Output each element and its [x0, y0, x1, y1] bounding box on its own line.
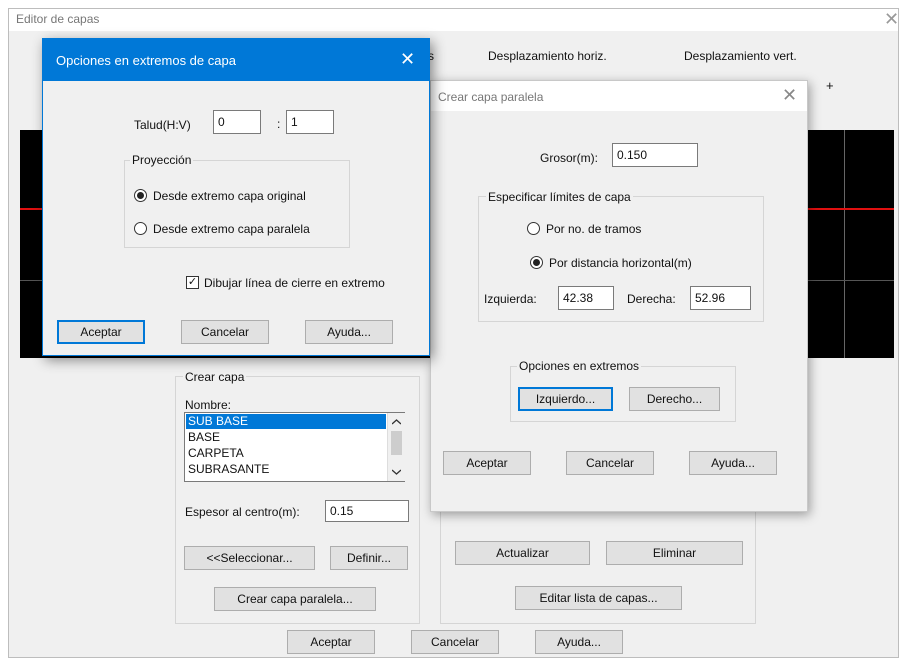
cierre-checkbox[interactable]: ✓ [186, 276, 199, 289]
crear-paralela-title: Crear capa paralela [438, 90, 544, 104]
talud-h-input[interactable]: 0 [213, 110, 261, 134]
radio-por-tramos-label[interactable]: Por no. de tramos [546, 222, 641, 236]
crear-paralela-close-icon[interactable]: ✕ [782, 86, 797, 104]
radio-desde-original-label[interactable]: Desde extremo capa original [153, 189, 306, 203]
actualizar-button[interactable]: Actualizar [455, 541, 590, 565]
radio-desde-paralela[interactable] [134, 222, 147, 235]
radio-por-distancia[interactable] [530, 256, 543, 269]
definir-button[interactable]: Definir... [330, 546, 408, 570]
derecha-input[interactable]: 52.96 [690, 286, 751, 310]
izquierda-input[interactable]: 42.38 [558, 286, 614, 310]
editar-lista-button[interactable]: Editar lista de capas... [515, 586, 682, 610]
main-cancelar-button[interactable]: Cancelar [411, 630, 499, 654]
opciones-close-icon[interactable]: ✕ [400, 50, 415, 68]
opciones-cancelar-button[interactable]: Cancelar [181, 320, 269, 344]
opciones-title: Opciones en extremos de capa [56, 53, 236, 68]
talud-v-input[interactable]: 1 [286, 110, 334, 134]
talud-label: Talud(H:V) [134, 118, 191, 132]
proyeccion-group-label: Proyección [130, 153, 194, 167]
radio-por-distancia-label[interactable]: Por distancia horizontal(m) [549, 256, 692, 270]
list-item[interactable]: BASE [186, 430, 386, 445]
layer-listbox[interactable]: SUB BASE BASE CARPETA SUBRASANTE [184, 412, 405, 482]
main-ayuda-button[interactable]: Ayuda... [535, 630, 623, 654]
derecha-label: Derecha: [627, 292, 676, 306]
talud-separator: : [277, 117, 281, 131]
izquierdo-button[interactable]: Izquierdo... [518, 387, 613, 411]
opciones-aceptar-button[interactable]: Aceptar [57, 320, 145, 344]
radio-desde-paralela-label[interactable]: Desde extremo capa paralela [153, 222, 310, 236]
radio-por-tramos[interactable] [527, 222, 540, 235]
crear-capa-paralela-button[interactable]: Crear capa paralela... [214, 587, 376, 611]
paralela-cancelar-button[interactable]: Cancelar [566, 451, 654, 475]
limites-group-label: Especificar límites de capa [486, 190, 633, 204]
list-item[interactable]: SUB BASE [186, 414, 386, 429]
scroll-thumb[interactable] [391, 431, 402, 455]
list-item[interactable]: SUBRASANTE [186, 462, 386, 477]
list-item[interactable]: CARPETA [186, 446, 386, 461]
main-aceptar-button[interactable]: Aceptar [287, 630, 375, 654]
canvas-grid-line-v [844, 130, 845, 358]
main-title: Editor de capas [16, 12, 100, 26]
espesor-label: Espesor al centro(m): [185, 505, 300, 519]
grosor-input[interactable]: 0.150 [612, 143, 698, 167]
crear-capa-group-label: Crear capa [183, 370, 247, 384]
grosor-label: Grosor(m): [540, 151, 598, 165]
derecho-button[interactable]: Derecho... [629, 387, 720, 411]
listbox-scrollbar[interactable] [387, 413, 405, 481]
extremos-group-label: Opciones en extremos [517, 359, 642, 373]
column-header-desplazamiento-horiz: Desplazamiento horiz. [488, 49, 607, 63]
scroll-down-icon[interactable] [392, 469, 401, 475]
nombre-label: Nombre: [185, 398, 232, 412]
cierre-checkbox-label[interactable]: Dibujar línea de cierre en extremo [204, 276, 385, 290]
opciones-ayuda-button[interactable]: Ayuda... [305, 320, 393, 344]
main-close-icon[interactable]: ✕ [884, 10, 899, 28]
paralela-aceptar-button[interactable]: Aceptar [443, 451, 531, 475]
paralela-ayuda-button[interactable]: Ayuda... [689, 451, 777, 475]
izquierda-label: Izquierda: [484, 292, 537, 306]
radio-desde-original[interactable] [134, 189, 147, 202]
espesor-input[interactable]: 0.15 [325, 500, 409, 522]
eliminar-button[interactable]: Eliminar [606, 541, 743, 565]
main-titlebar [9, 9, 898, 31]
seleccionar-button[interactable]: <<Seleccionar... [184, 546, 315, 570]
scroll-up-icon[interactable] [392, 419, 401, 425]
plus-icon: + [826, 78, 834, 93]
column-header-desplazamiento-vert: Desplazamiento vert. [684, 49, 797, 63]
